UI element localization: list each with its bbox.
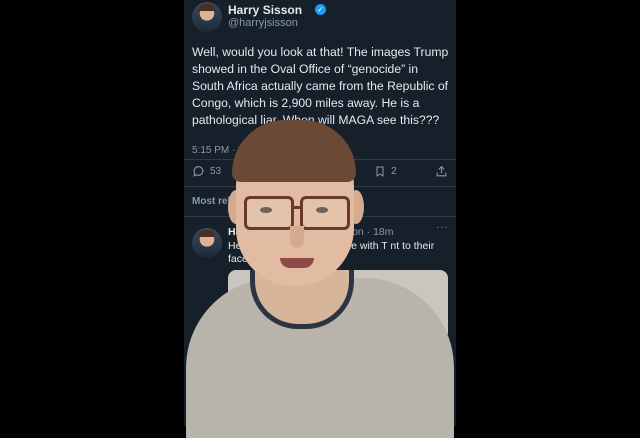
- bookmark-count: 2: [391, 166, 397, 177]
- reply-author-avatar[interactable]: [192, 228, 222, 258]
- author-avatar[interactable]: [192, 2, 222, 32]
- reply-media-image[interactable]: [228, 270, 448, 340]
- tweet-timestamp[interactable]: 5:15 PM · 5/: [192, 145, 246, 156]
- reply-count: 53: [210, 166, 222, 177]
- divider: [184, 159, 456, 160]
- most-relevant-label[interactable]: Most rele: [192, 196, 236, 207]
- author-handle[interactable]: @harryjsisson: [228, 17, 298, 29]
- reply-author-name[interactable]: Harr: [228, 226, 250, 238]
- tweet-text: Well, would you look at that! The images…: [192, 45, 449, 127]
- reply-author-handle[interactable]: sisson · 18m: [334, 226, 394, 238]
- tweet-screen: Harry Sisson ✓ @harryjsisson Well, would…: [184, 0, 456, 426]
- bookmark-icon: [376, 166, 384, 177]
- more-options-icon[interactable]: ···: [436, 222, 449, 233]
- reply-action[interactable]: 53: [192, 165, 221, 178]
- divider: [184, 216, 456, 217]
- verified-badge-icon: ✓: [315, 4, 326, 15]
- reply-icon: [193, 166, 204, 177]
- bookmark-action[interactable]: 2: [374, 165, 397, 178]
- share-icon: [436, 165, 447, 177]
- author-name[interactable]: Harry Sisson: [228, 3, 302, 17]
- reply-text: Here MAGA is perfectly fine with T nt to…: [228, 240, 435, 265]
- divider: [184, 186, 456, 187]
- share-action[interactable]: [435, 165, 448, 178]
